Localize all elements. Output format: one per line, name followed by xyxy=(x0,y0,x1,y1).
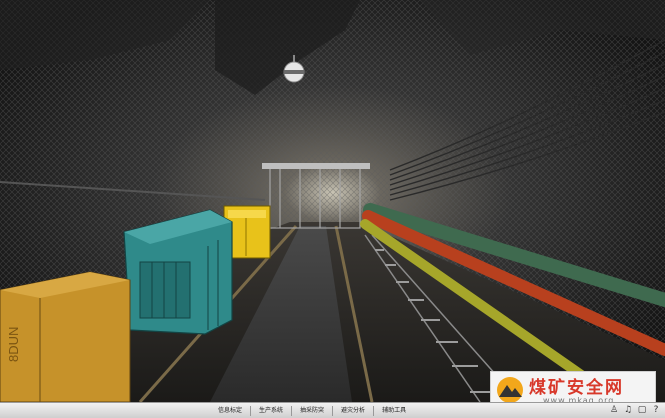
menu-item-info-calibration[interactable]: 信息标定 xyxy=(214,405,246,416)
menu-item-disaster-analysis[interactable]: 避灾分析 xyxy=(337,405,369,416)
mine-logo-icon xyxy=(497,377,523,403)
menu-divider xyxy=(373,406,375,416)
main-menu: 信息标定 生产系统 抽采防突 避灾分析 辅助工具 xyxy=(214,405,410,416)
person-icon[interactable]: ♙ xyxy=(609,405,619,415)
menu-divider xyxy=(250,406,252,416)
speaker-icon[interactable]: ♫ xyxy=(623,405,633,415)
menu-divider xyxy=(332,406,334,416)
frame-roof xyxy=(262,163,370,169)
teal-mine-car xyxy=(123,209,233,335)
menu-item-tools[interactable]: 辅助工具 xyxy=(378,405,410,416)
watermark-name: 煤矿安全网 xyxy=(529,378,624,398)
help-icon[interactable]: ? xyxy=(651,405,661,415)
menu-item-production-system[interactable]: 生产系统 xyxy=(255,405,287,416)
status-tray: ♙ ♫ ▢ ? xyxy=(609,405,661,415)
window-icon[interactable]: ▢ xyxy=(637,405,647,415)
menu-divider xyxy=(291,406,293,416)
bottom-toolbar: 信息标定 生产系统 抽采防突 避灾分析 辅助工具 ♙ ♫ ▢ ? xyxy=(0,402,665,418)
cargo-box: 8DUN xyxy=(0,271,131,402)
cart-label: 8DUN xyxy=(6,327,21,362)
menu-item-gas-extraction[interactable]: 抽采防突 xyxy=(296,405,328,416)
mine-tunnel-viewport[interactable]: 8DUN xyxy=(0,0,665,402)
